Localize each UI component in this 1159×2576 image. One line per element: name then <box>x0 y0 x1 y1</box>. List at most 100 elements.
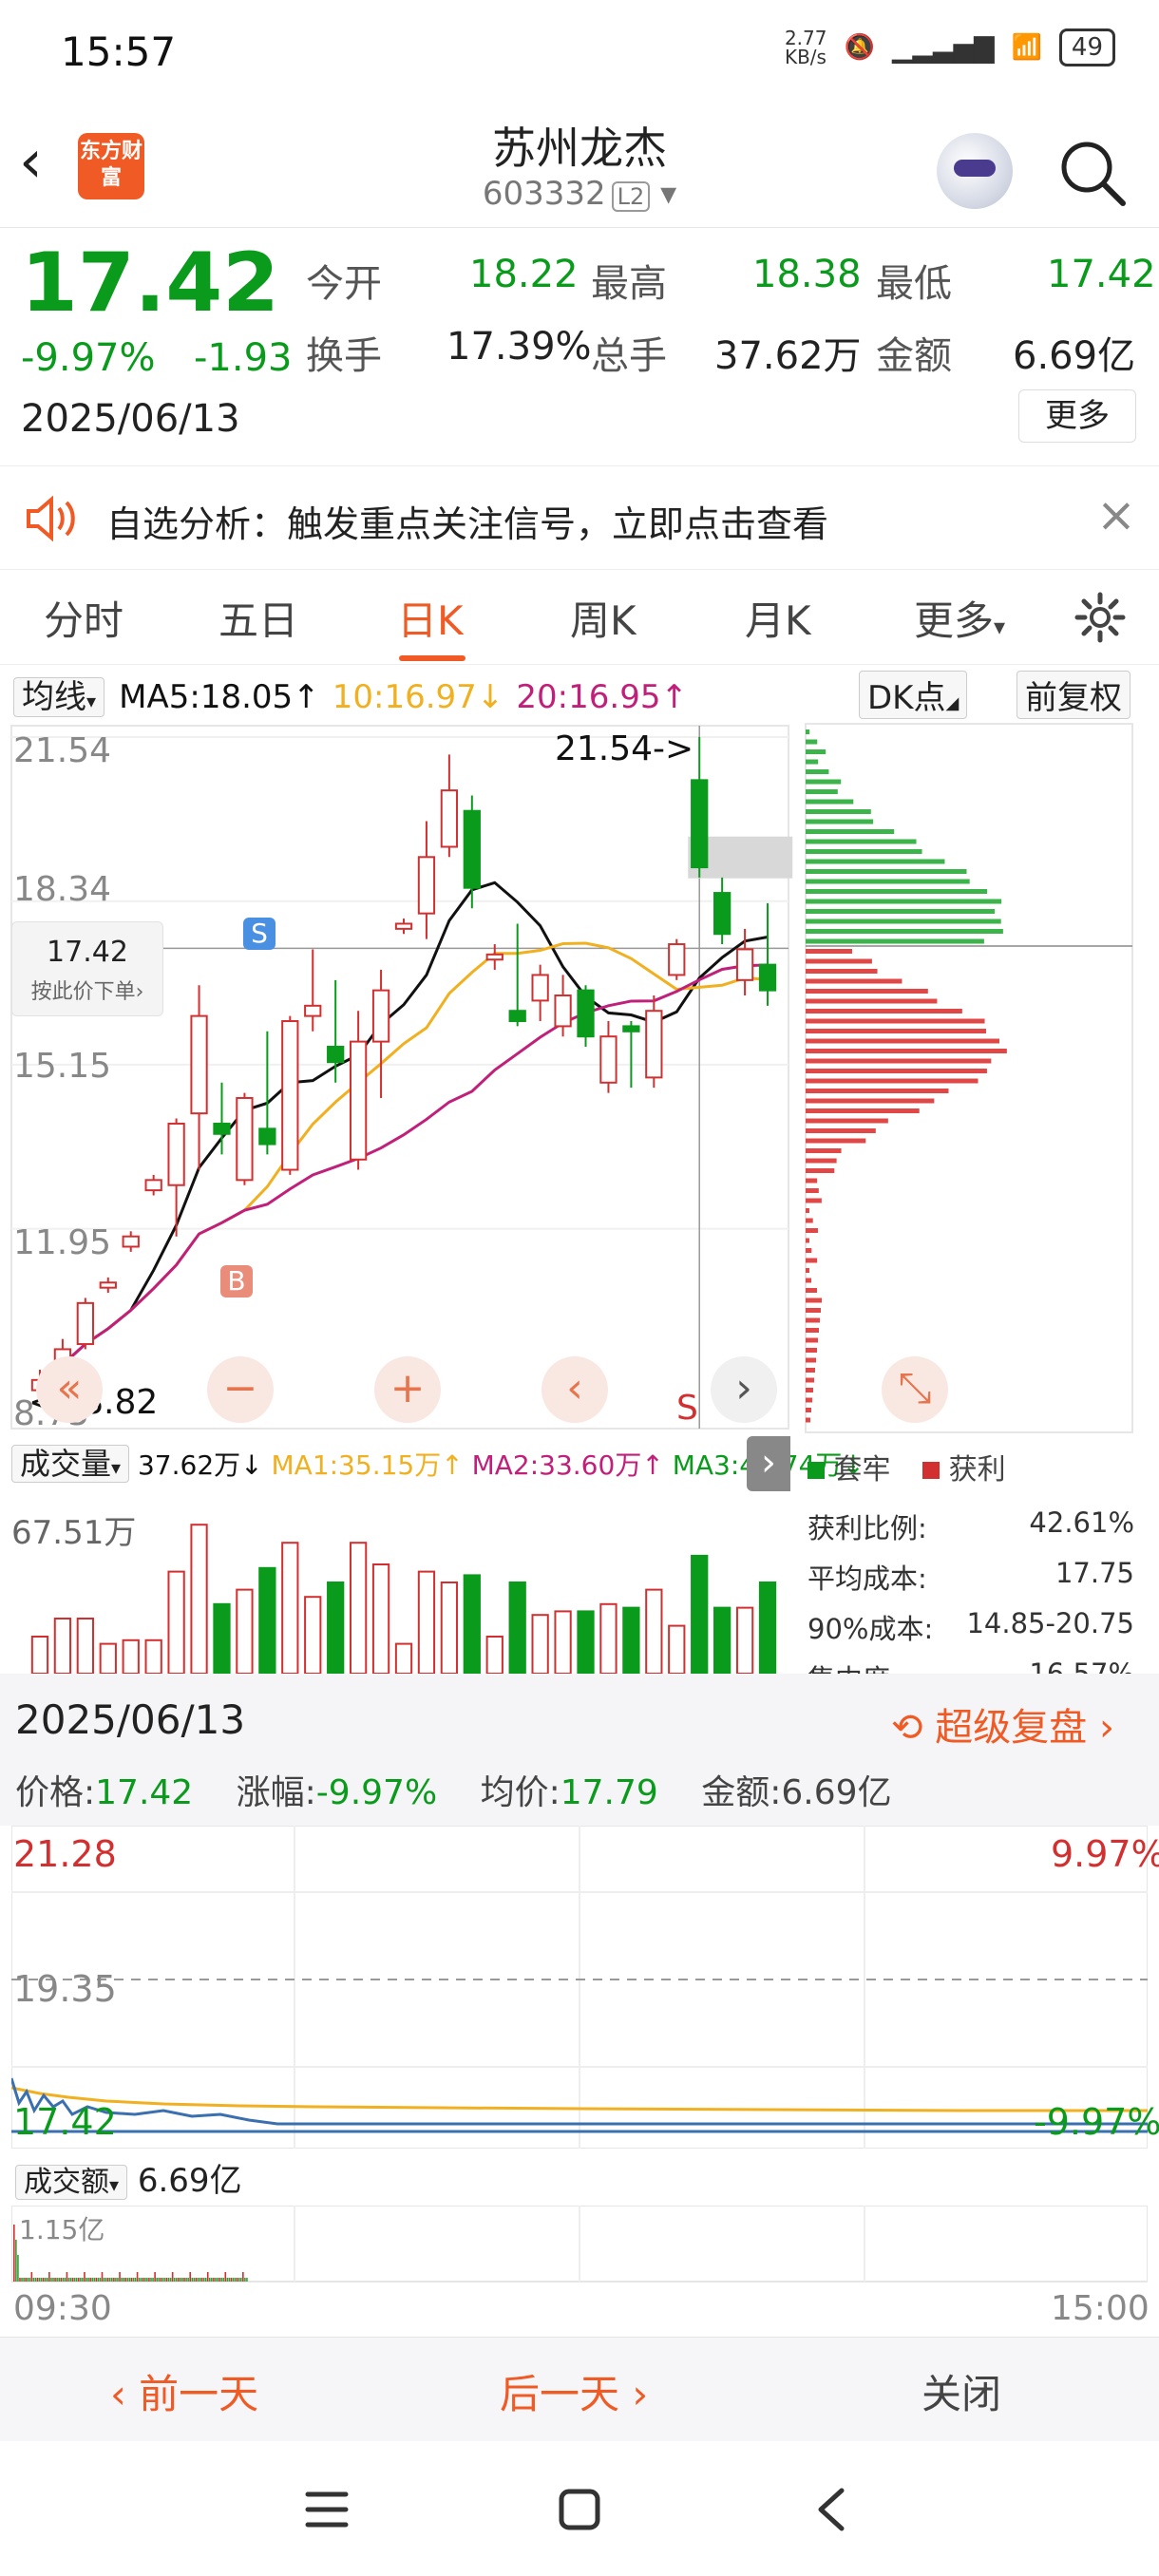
amount-bar-rect <box>28 2278 31 2282</box>
amount-bar-rect <box>171 2272 174 2282</box>
amount-bar-rect <box>47 2278 48 2282</box>
ma5-value: MA5:18.05 <box>119 678 294 716</box>
amount-bar-rect <box>13 2225 15 2282</box>
candle-body <box>258 1127 276 1146</box>
signal-icon: ▁▂▃▅▇ <box>891 31 995 64</box>
close-icon[interactable]: × <box>1096 487 1136 542</box>
amount-bar-rect <box>25 2278 27 2282</box>
tab-more[interactable]: 更多▾ <box>914 589 1005 647</box>
search-icon[interactable] <box>1054 135 1130 211</box>
chip-bar <box>806 739 818 745</box>
dk-label: DK点 <box>867 679 946 717</box>
amount-bar-rect <box>119 2272 121 2282</box>
zoom-out-button[interactable]: − <box>207 1356 274 1423</box>
gear-icon[interactable] <box>1074 591 1127 644</box>
volume-selector[interactable]: 成交量▾ <box>11 1445 130 1483</box>
crosshair-price-box[interactable]: 17.42 按此价下单› <box>11 921 163 1016</box>
dk-point-selector[interactable]: DK点◢ <box>859 671 968 719</box>
candle-body <box>645 1010 663 1079</box>
volume-bar-rect <box>394 1642 413 1674</box>
indicator-selector[interactable]: 均线▾ <box>13 677 105 717</box>
adjust-selector[interactable]: 前复权 <box>1016 671 1130 719</box>
amount-bar-rect <box>242 2272 244 2282</box>
chevron-right-icon: › <box>1098 1706 1114 1750</box>
chip-bar <box>806 1218 813 1223</box>
caret-down-icon: ▾ <box>86 690 97 712</box>
amount-bar-rect <box>21 2278 23 2282</box>
amount-bar-rect <box>200 2278 203 2282</box>
amount-bar-rect <box>187 2278 189 2282</box>
back-nav-icon[interactable] <box>813 2487 851 2532</box>
volume-bar-rect <box>485 1636 504 1674</box>
amount-bar-rect <box>163 2278 166 2282</box>
volume-value: 37.62万 <box>714 334 862 378</box>
tab-intraday[interactable]: 分时 <box>44 589 124 647</box>
amount-bar-rect <box>181 2278 183 2282</box>
tab-five-day[interactable]: 五日 <box>218 589 298 647</box>
chip-stat-row: 90%成本: 14.85-20.75 <box>808 1607 1134 1657</box>
amount-bar-rect <box>236 2278 238 2282</box>
chip-bar <box>806 1297 822 1303</box>
close-button[interactable]: 关闭 <box>922 2362 1001 2420</box>
volume-bar-rect <box>735 1606 754 1674</box>
amount-bar-rect <box>36 2278 39 2282</box>
tab-daily-k[interactable]: 日K <box>397 589 464 647</box>
caret-down-icon: ▾ <box>111 1456 122 1479</box>
tab-monthly-k[interactable]: 月K <box>745 589 811 647</box>
tab-weekly-k[interactable]: 周K <box>570 589 636 647</box>
chip-stat-row: 平均成本: 17.75 <box>808 1557 1134 1607</box>
sell-marker: S <box>243 918 276 950</box>
turnover-value: 17.39% <box>446 325 592 369</box>
home-icon[interactable] <box>557 2487 602 2532</box>
kline-chart[interactable] <box>0 718 798 1435</box>
amount-bar-rect <box>218 2278 220 2282</box>
chip-bar <box>806 1018 985 1024</box>
candle-body <box>554 994 572 1028</box>
next-day-button[interactable]: 后一天 › <box>500 2362 648 2420</box>
volume-bar-rect <box>167 1570 185 1674</box>
amount-bar-rect <box>140 2278 142 2282</box>
assistant-avatar[interactable] <box>937 133 1013 209</box>
chip-bar <box>806 1337 818 1343</box>
amount-bar-rect <box>71 2278 74 2282</box>
amount-bar-rect <box>189 2272 191 2282</box>
zoom-in-button[interactable]: + <box>374 1356 441 1423</box>
status-bar: 15:57 2.77 KB/s 🔕 ▁▂▃▅▇ 📶 49 <box>0 0 1159 104</box>
candle-body <box>713 892 732 936</box>
candle-body <box>99 1281 117 1289</box>
stock-code-text: 603332 <box>482 175 606 213</box>
step-left-button[interactable]: ‹ <box>542 1356 608 1423</box>
candle-body <box>167 1122 185 1186</box>
menu-icon[interactable] <box>304 2489 350 2530</box>
step-right-button[interactable]: › <box>711 1356 777 1423</box>
chip-bar <box>806 1148 842 1153</box>
amount-bar-rect <box>206 2272 209 2282</box>
history-icon: ⟲ <box>891 1706 923 1750</box>
amount-bar-rect <box>50 2278 52 2282</box>
super-replay-button[interactable]: ⟲ 超级复盘 › <box>891 1696 1114 1752</box>
volume-bar-rect <box>76 1618 94 1674</box>
chip-bar <box>806 1388 813 1392</box>
amount-bar-rect <box>77 2278 80 2282</box>
buy-marker: B <box>220 1265 253 1297</box>
amount-bar-rect <box>232 2278 235 2282</box>
scroll-left-button[interactable]: « <box>36 1356 103 1423</box>
volume-bar-rect <box>213 1602 231 1674</box>
more-quote-button[interactable]: 更多 <box>1018 389 1136 443</box>
prev-day-button[interactable]: ‹ 前一天 <box>110 2362 258 2420</box>
y-tick-label: 11.95 <box>13 1223 112 1262</box>
chip-bar <box>806 1108 920 1113</box>
amt-value: 6.69亿 <box>781 1773 892 1812</box>
arrow-up-icon: ↑ <box>293 678 320 716</box>
amount-bar-rect <box>58 2278 60 2282</box>
amount-bar-rect <box>162 2278 164 2282</box>
amount-bar-rect <box>142 2278 144 2282</box>
chip-bar <box>806 1078 978 1084</box>
volume-expand-button[interactable]: › <box>747 1436 790 1491</box>
chip-stat-label: 获利比例: <box>808 1512 927 1544</box>
chip-stat-value: 16.57% <box>1029 1657 1134 1674</box>
amount-selector[interactable]: 成交额▾ <box>15 2165 128 2200</box>
volume-bar-rect <box>440 1582 459 1674</box>
analysis-banner[interactable]: 自选分析：触发重点关注信号，立即点击查看 × <box>0 465 1159 570</box>
chip-bar <box>806 1069 987 1073</box>
